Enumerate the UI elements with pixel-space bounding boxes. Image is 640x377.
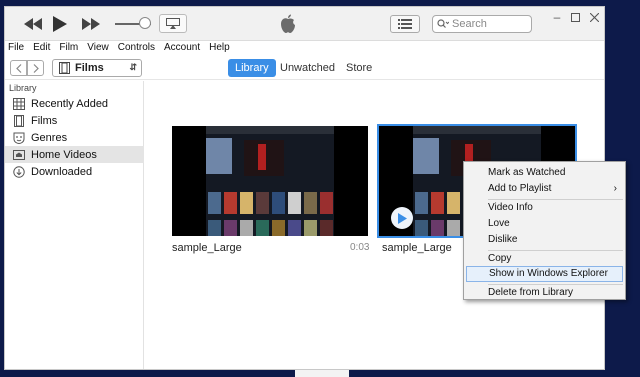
airplay-icon <box>166 18 180 29</box>
minimize-icon[interactable]: – <box>550 10 564 24</box>
sidebar-item-label: Home Videos <box>31 148 97 161</box>
navigation-row: Films ⇵ Library Unwatched Store <box>5 55 604 80</box>
menu-item-label: Love <box>488 218 510 229</box>
play-overlay-button[interactable] <box>391 207 413 229</box>
menu-item-copy[interactable]: Copy <box>466 251 623 267</box>
menu-item-delete-from-library[interactable]: Delete from Library <box>466 285 623 301</box>
video-duration: 0:03 <box>350 242 370 253</box>
play-icon[interactable] <box>51 15 69 33</box>
home-video-icon <box>13 149 25 161</box>
list-icon <box>398 19 412 29</box>
menu-item-label: Add to Playlist <box>488 183 552 194</box>
search-input[interactable]: Search <box>432 15 532 33</box>
play-icon <box>398 212 407 224</box>
list-view-button[interactable] <box>390 15 420 33</box>
menu-item-label: Dislike <box>488 234 518 245</box>
sidebar-item-home-videos[interactable]: Home Videos <box>5 146 144 163</box>
menu-item-label: Delete from Library <box>488 287 574 298</box>
theater-masks-icon <box>13 132 25 144</box>
sidebar-item-label: Recently Added <box>31 97 109 110</box>
volume-knob[interactable] <box>139 17 151 29</box>
sidebar-item-label: Films <box>31 114 58 127</box>
sidebar-item-downloaded[interactable]: Downloaded <box>5 163 144 180</box>
sidebar-item-recently-added[interactable]: Recently Added <box>5 95 144 112</box>
video-frame-image <box>206 126 334 236</box>
chevron-right-icon: › <box>613 183 617 194</box>
fast-forward-icon[interactable] <box>81 15 101 33</box>
back-button[interactable] <box>10 60 27 76</box>
media-type-label: Films <box>75 62 104 74</box>
sidebar-item-genres[interactable]: Genres <box>5 129 144 146</box>
search-placeholder: Search <box>452 18 487 30</box>
menu-account[interactable]: Account <box>164 41 200 55</box>
sidebar-item-films[interactable]: Films <box>5 112 144 129</box>
context-menu: Mark as Watched Add to Playlist › Video I… <box>463 161 626 300</box>
chevron-updown-icon: ⇵ <box>129 62 137 72</box>
menu-help[interactable]: Help <box>209 41 230 55</box>
menu-file[interactable]: File <box>8 41 24 55</box>
chevron-right-icon <box>33 63 39 73</box>
grid-icon <box>13 97 25 110</box>
menu-item-love[interactable]: Love <box>466 216 623 232</box>
menu-item-add-to-playlist[interactable]: Add to Playlist › <box>466 181 623 197</box>
tab-store[interactable]: Store <box>339 59 379 77</box>
menu-item-show-in-windows-explorer[interactable]: Show in Windows Explorer <box>466 266 623 282</box>
maximize-icon[interactable] <box>568 10 582 24</box>
download-icon <box>13 165 25 178</box>
film-icon <box>13 114 25 127</box>
sidebar-item-label: Genres <box>31 131 68 144</box>
search-icon <box>437 19 449 28</box>
menu-item-label: Show in Windows Explorer <box>489 268 608 279</box>
menu-item-label: Mark as Watched <box>488 167 566 178</box>
menu-view[interactable]: View <box>87 41 109 55</box>
sidebar-item-label: Downloaded <box>31 165 93 178</box>
menu-item-label: Copy <box>488 253 512 264</box>
video-title[interactable]: sample_Large <box>382 242 452 254</box>
video-thumbnail[interactable] <box>172 126 368 236</box>
rewind-icon[interactable] <box>23 15 43 33</box>
tab-library[interactable]: Library <box>228 59 276 77</box>
menu-film[interactable]: Film <box>59 41 78 55</box>
sidebar: Library Recently Added Films Genres Home… <box>5 81 144 369</box>
film-icon <box>59 62 70 74</box>
menu-item-video-info[interactable]: Video Info <box>466 200 623 216</box>
video-title[interactable]: sample_Large <box>172 242 242 254</box>
menu-bar: File Edit Film View Controls Account Hel… <box>5 41 604 55</box>
sidebar-heading: Library <box>9 83 37 93</box>
close-icon[interactable] <box>587 10 601 24</box>
tab-unwatched[interactable]: Unwatched <box>273 59 342 77</box>
media-type-select[interactable]: Films ⇵ <box>52 59 142 77</box>
player-bar: Search – <box>5 7 604 41</box>
menu-edit[interactable]: Edit <box>33 41 50 55</box>
forward-button[interactable] <box>27 60 44 76</box>
airplay-button[interactable] <box>159 14 187 33</box>
menu-item-label: Video Info <box>488 202 533 213</box>
chevron-left-icon <box>15 63 21 73</box>
menu-item-dislike[interactable]: Dislike <box>466 232 623 248</box>
apple-logo-icon <box>277 13 299 35</box>
menu-item-mark-as-watched[interactable]: Mark as Watched <box>466 165 623 181</box>
menu-controls[interactable]: Controls <box>118 41 155 55</box>
